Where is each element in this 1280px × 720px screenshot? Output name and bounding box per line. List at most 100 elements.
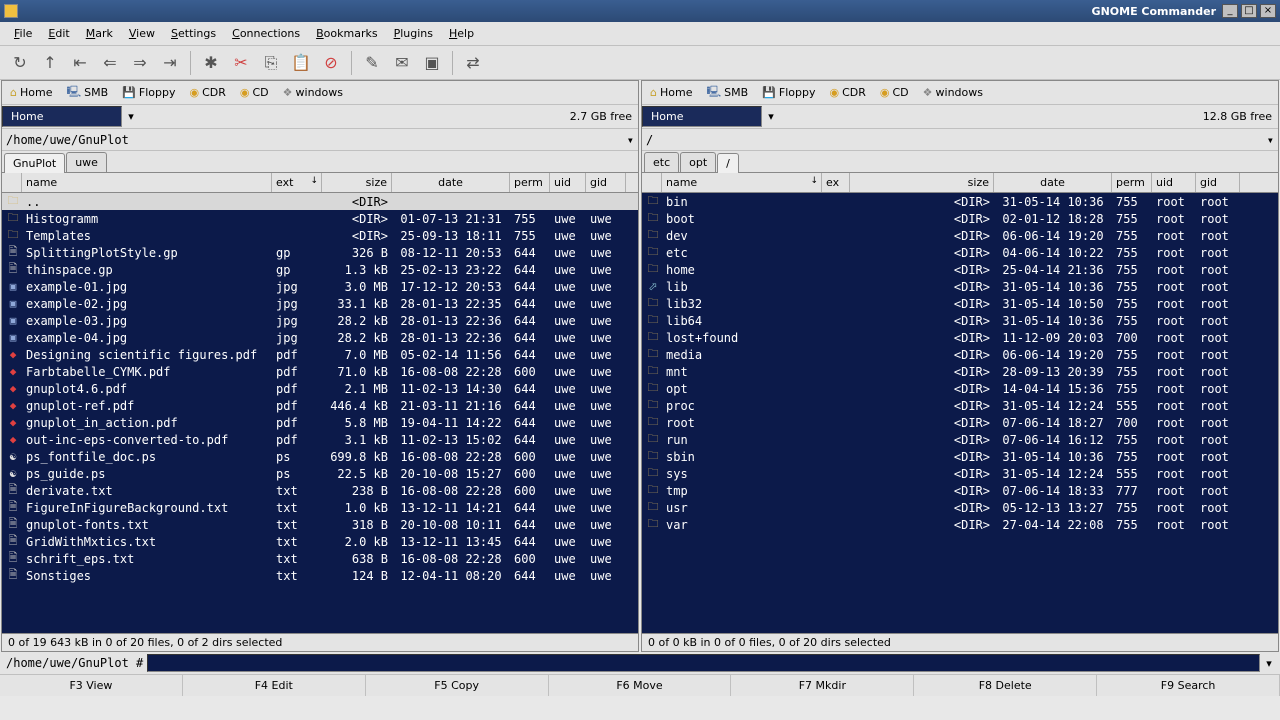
- right-tab-root[interactable]: /: [717, 153, 739, 173]
- file-row[interactable]: ☯ps_guide.psps22.5 kB20-10-08 15:27600uw…: [2, 465, 638, 482]
- file-row[interactable]: ▣example-01.jpgjpg3.0 MB17-12-12 20:5364…: [2, 278, 638, 295]
- window-minimize-button[interactable]: _: [1222, 4, 1238, 18]
- left-device-cd[interactable]: ◉CD: [236, 84, 273, 101]
- file-row[interactable]: 🗀tmp<DIR>07-06-14 18:33777rootroot: [642, 482, 1278, 499]
- copy-button[interactable]: ⎘: [257, 49, 285, 77]
- file-row[interactable]: 🗀bin<DIR>31-05-14 10:36755rootroot: [642, 193, 1278, 210]
- file-row[interactable]: 🗀home<DIR>25-04-14 21:36755rootroot: [642, 261, 1278, 278]
- file-row[interactable]: ▣example-04.jpgjpg28.2 kB28-01-13 22:366…: [2, 329, 638, 346]
- file-row[interactable]: ⬀lib<DIR>31-05-14 10:36755rootroot: [642, 278, 1278, 295]
- left-device-floppy[interactable]: 💾Floppy: [118, 84, 179, 101]
- left-connection-dropdown[interactable]: Home: [2, 106, 122, 127]
- right-header-date[interactable]: date: [994, 173, 1112, 192]
- file-row[interactable]: 🗎SplittingPlotStyle.gpgp326 B08-12-11 20…: [2, 244, 638, 261]
- first-button[interactable]: ⇤: [66, 49, 94, 77]
- right-header-ext[interactable]: ex: [822, 173, 850, 192]
- edit-button[interactable]: ✎: [358, 49, 386, 77]
- file-row[interactable]: 🗀lost+found<DIR>11-12-09 20:03700rootroo…: [642, 329, 1278, 346]
- left-header-name[interactable]: name: [22, 173, 272, 192]
- last-button[interactable]: ⇥: [156, 49, 184, 77]
- file-row[interactable]: ◆out-inc-eps-converted-to.pdfpdf3.1 kB11…: [2, 431, 638, 448]
- file-row[interactable]: 🗀dev<DIR>06-06-14 19:20755rootroot: [642, 227, 1278, 244]
- right-tab-etc[interactable]: etc: [644, 152, 679, 172]
- fnkey-f9[interactable]: F9 Search: [1097, 675, 1280, 696]
- file-row[interactable]: 🗎Sonstigestxt124 B12-04-11 08:20644uweuw…: [2, 567, 638, 584]
- file-row[interactable]: ☯ps_fontfile_doc.psps699.8 kB16-08-08 22…: [2, 448, 638, 465]
- delete-button[interactable]: ⊘: [317, 49, 345, 77]
- left-header-size[interactable]: size: [322, 173, 392, 192]
- up-button[interactable]: ↑: [36, 49, 64, 77]
- file-row[interactable]: ◆Farbtabelle_CYMK.pdfpdf71.0 kB16-08-08 …: [2, 363, 638, 380]
- left-device-smb[interactable]: 🖳SMB: [62, 81, 112, 104]
- file-row[interactable]: 🗀proc<DIR>31-05-14 12:24555rootroot: [642, 397, 1278, 414]
- refresh-button[interactable]: ↻: [6, 49, 34, 77]
- command-input[interactable]: [147, 654, 1260, 672]
- file-row[interactable]: ◆gnuplot-ref.pdfpdf446.4 kB21-03-11 21:1…: [2, 397, 638, 414]
- right-path-history-button[interactable]: ▾: [1267, 133, 1274, 147]
- file-row[interactable]: 🗀mnt<DIR>28-09-13 20:39755rootroot: [642, 363, 1278, 380]
- file-row[interactable]: ◆gnuplot4.6.pdfpdf2.1 MB11-02-13 14:3064…: [2, 380, 638, 397]
- left-header-icon[interactable]: [2, 173, 22, 192]
- command-history-button[interactable]: ▾: [1260, 657, 1278, 670]
- menu-plugins[interactable]: Plugins: [386, 24, 441, 43]
- file-row[interactable]: 🗀media<DIR>06-06-14 19:20755rootroot: [642, 346, 1278, 363]
- file-row[interactable]: 🗎schrift_eps.txttxt638 B16-08-08 22:2860…: [2, 550, 638, 567]
- terminal-button[interactable]: ▣: [418, 49, 446, 77]
- file-row[interactable]: 🗎thinspace.gpgp1.3 kB25-02-13 23:22644uw…: [2, 261, 638, 278]
- left-header-perm[interactable]: perm: [510, 173, 550, 192]
- left-header-uid[interactable]: uid: [550, 173, 586, 192]
- left-header-ext[interactable]: ext↓: [272, 173, 322, 192]
- menu-settings[interactable]: Settings: [163, 24, 224, 43]
- right-header-icon[interactable]: [642, 173, 662, 192]
- file-row[interactable]: 🗀usr<DIR>05-12-13 13:27755rootroot: [642, 499, 1278, 516]
- fnkey-f8[interactable]: F8 Delete: [914, 675, 1097, 696]
- left-path-history-button[interactable]: ▾: [627, 133, 634, 147]
- menu-bookmarks[interactable]: Bookmarks: [308, 24, 385, 43]
- file-row[interactable]: 🗀..<DIR>: [2, 193, 638, 210]
- file-row[interactable]: 🗎FigureInFigureBackground.txttxt1.0 kB13…: [2, 499, 638, 516]
- menu-edit[interactable]: Edit: [40, 24, 77, 43]
- left-path-text[interactable]: /home/uwe/GnuPlot: [6, 133, 627, 147]
- right-header-perm[interactable]: perm: [1112, 173, 1152, 192]
- file-row[interactable]: 🗀etc<DIR>04-06-14 10:22755rootroot: [642, 244, 1278, 261]
- right-header-size[interactable]: size: [850, 173, 994, 192]
- file-row[interactable]: 🗎derivate.txttxt238 B16-08-08 22:28600uw…: [2, 482, 638, 499]
- left-header-date[interactable]: date: [392, 173, 510, 192]
- left-dropdown-arrow[interactable]: ▾: [122, 110, 140, 123]
- file-row[interactable]: 🗀var<DIR>27-04-14 22:08755rootroot: [642, 516, 1278, 533]
- right-header-uid[interactable]: uid: [1152, 173, 1196, 192]
- left-device-windows[interactable]: ❖windows: [279, 84, 347, 101]
- file-row[interactable]: 🗀sys<DIR>31-05-14 12:24555rootroot: [642, 465, 1278, 482]
- right-device-home[interactable]: ⌂Home: [646, 84, 696, 101]
- menu-file[interactable]: File: [6, 24, 40, 43]
- left-tab-uwe[interactable]: uwe: [66, 152, 107, 172]
- file-row[interactable]: ▣example-03.jpgjpg28.2 kB28-01-13 22:366…: [2, 312, 638, 329]
- fnkey-f4[interactable]: F4 Edit: [183, 675, 366, 696]
- file-row[interactable]: ◆Designing scientific figures.pdfpdf7.0 …: [2, 346, 638, 363]
- forward-button[interactable]: ⇒: [126, 49, 154, 77]
- menu-connections[interactable]: Connections: [224, 24, 308, 43]
- back-button[interactable]: ⇐: [96, 49, 124, 77]
- right-device-smb[interactable]: 🖳SMB: [702, 81, 752, 104]
- window-close-button[interactable]: ×: [1260, 4, 1276, 18]
- file-row[interactable]: 🗀run<DIR>07-06-14 16:12755rootroot: [642, 431, 1278, 448]
- file-row[interactable]: 🗀sbin<DIR>31-05-14 10:36755rootroot: [642, 448, 1278, 465]
- right-device-cdr[interactable]: ◉CDR: [825, 84, 869, 101]
- menu-view[interactable]: View: [121, 24, 163, 43]
- file-row[interactable]: ◆gnuplot_in_action.pdfpdf5.8 MB19-04-11 …: [2, 414, 638, 431]
- fnkey-f5[interactable]: F5 Copy: [366, 675, 549, 696]
- right-header-gid[interactable]: gid: [1196, 173, 1240, 192]
- menu-help[interactable]: Help: [441, 24, 482, 43]
- right-header-name[interactable]: name↓: [662, 173, 822, 192]
- asterisk-button[interactable]: ✱: [197, 49, 225, 77]
- left-tab-GnuPlot[interactable]: GnuPlot: [4, 153, 65, 173]
- file-row[interactable]: 🗀boot<DIR>02-01-12 18:28755rootroot: [642, 210, 1278, 227]
- file-row[interactable]: 🗎GridWithMxtics.txttxt2.0 kB13-12-11 13:…: [2, 533, 638, 550]
- left-device-cdr[interactable]: ◉CDR: [185, 84, 229, 101]
- cut-button[interactable]: ✂: [227, 49, 255, 77]
- remote-button[interactable]: ⇄: [459, 49, 487, 77]
- menu-mark[interactable]: Mark: [78, 24, 121, 43]
- file-row[interactable]: ▣example-02.jpgjpg33.1 kB28-01-13 22:356…: [2, 295, 638, 312]
- right-tab-opt[interactable]: opt: [680, 152, 716, 172]
- file-row[interactable]: 🗀lib64<DIR>31-05-14 10:36755rootroot: [642, 312, 1278, 329]
